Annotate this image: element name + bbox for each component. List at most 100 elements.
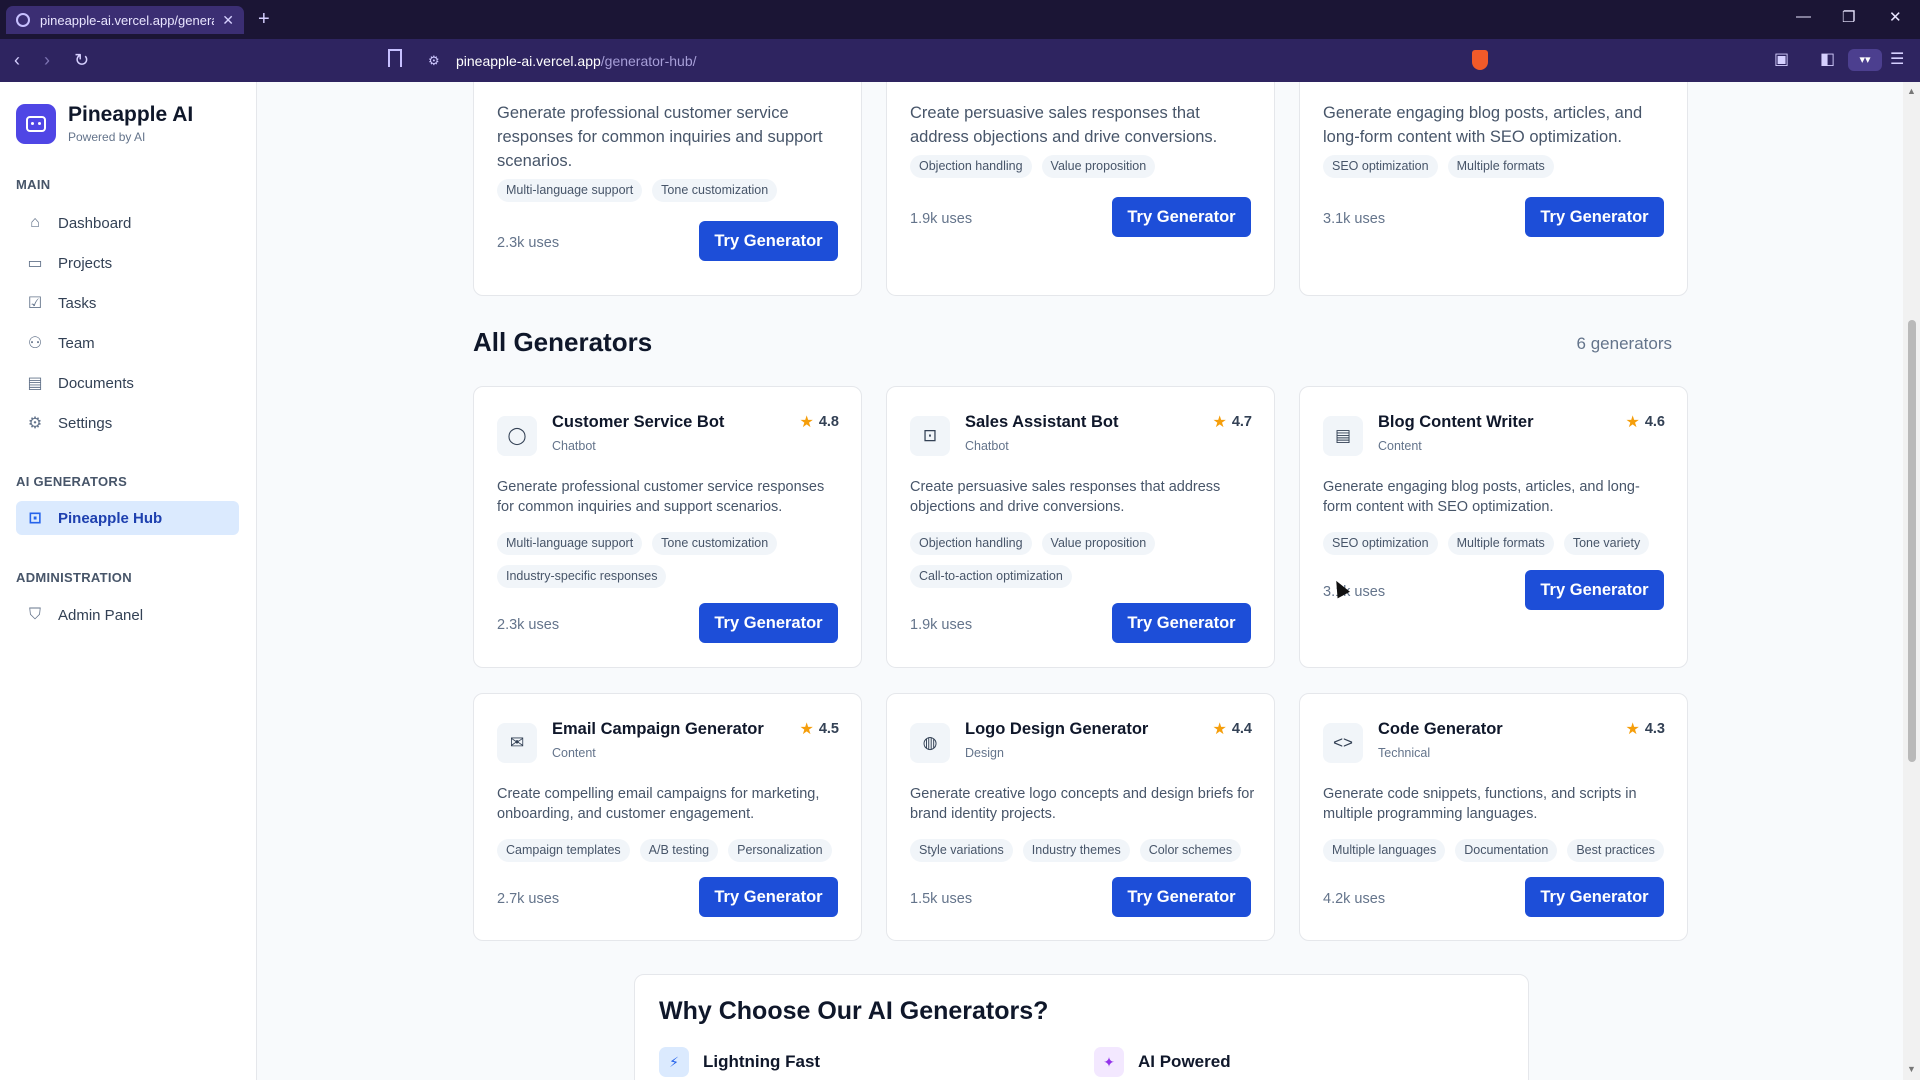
card-description: Create persuasive sales responses that a…: [910, 479, 1221, 515]
section-label-main: MAIN: [16, 177, 51, 192]
sidebar-item-tasks[interactable]: ☑ Tasks: [16, 286, 239, 320]
bookmark-icon[interactable]: [388, 49, 402, 67]
try-generator-button[interactable]: Try Generator: [1525, 570, 1664, 610]
tag: Style variations: [910, 839, 1013, 862]
tag: SEO optimization: [1323, 155, 1438, 178]
scroll-up-icon[interactable]: ▲: [1907, 86, 1916, 96]
window-close-icon[interactable]: ✕: [1889, 8, 1902, 26]
star-icon: ★: [799, 414, 814, 431]
tag: A/B testing: [639, 839, 719, 862]
tag: Multiple languages: [1323, 839, 1446, 862]
main-content: Generate professional customer service r…: [258, 82, 1898, 1080]
try-generator-button[interactable]: Try Generator: [1525, 877, 1664, 917]
try-generator-button[interactable]: Try Generator: [1112, 877, 1251, 917]
sidebar-item-settings[interactable]: ⚙ Settings: [16, 406, 239, 440]
shield-icon: ⛉: [28, 606, 41, 623]
card-description: Generate code snippets, functions, and s…: [1323, 786, 1637, 822]
sidebar-item-label: Pineapple Hub: [58, 509, 163, 527]
usage-count: 2.7k uses: [497, 891, 560, 907]
tag-list: Style variations Industry themes Color s…: [910, 839, 1254, 862]
generator-card-code-generator: <> Code Generator Technical ★ 4.3 Generat…: [1299, 693, 1688, 941]
brand-logo[interactable]: [16, 104, 56, 144]
tag-list: SEO optimization Multiple formats: [1323, 155, 1667, 178]
chat-bubble-icon: ◯: [497, 416, 537, 456]
generator-card-logo-design-generator: ◍ Logo Design Generator Design ★ 4.4 Gene…: [886, 693, 1275, 941]
profile-icon[interactable]: ▾▾: [1848, 49, 1882, 71]
try-generator-button[interactable]: Try Generator: [699, 603, 838, 643]
brave-shield-icon[interactable]: [1472, 50, 1488, 70]
bot-icon: ⊡: [28, 510, 42, 527]
rating-value: 4.5: [818, 721, 839, 737]
why-choose-panel: Why Choose Our AI Generators? ⚡ Lightnin…: [634, 974, 1529, 1080]
featured-card-sales-assistant: Create persuasive sales responses that a…: [886, 82, 1275, 296]
sidebar-toggle-icon[interactable]: ◧: [1820, 49, 1835, 69]
sidebar-item-label: Documents: [58, 374, 134, 392]
card-category: Content: [552, 746, 596, 760]
sidebar-item-documents[interactable]: ▤ Documents: [16, 366, 239, 400]
featured-card-customer-service: Generate professional customer service r…: [473, 82, 862, 296]
feature-label: Lightning Fast: [703, 1052, 821, 1071]
browser-tab[interactable]: pineapple-ai.vercel.app/generato ✕: [6, 6, 244, 34]
page-scrollbar[interactable]: ▲ ▼: [1903, 82, 1920, 1080]
bot-icon: [26, 116, 46, 132]
tag: Value proposition: [1041, 532, 1156, 555]
card-description: Generate engaging blog posts, articles, …: [1323, 479, 1640, 515]
sidebar-item-dashboard[interactable]: ⌂ Dashboard: [16, 206, 239, 240]
forward-icon[interactable]: ›: [44, 49, 50, 71]
scroll-thumb[interactable]: [1908, 320, 1916, 762]
card-title: Code Generator: [1378, 720, 1503, 738]
folder-icon: ▭: [27, 255, 43, 272]
tag: Documentation: [1455, 839, 1558, 862]
sidebar-item-team[interactable]: ⚇ Team: [16, 326, 239, 360]
card-title: Email Campaign Generator: [552, 720, 764, 738]
feature-lightning-fast: ⚡ Lightning Fast: [659, 1047, 820, 1077]
sidebar-item-pineapple-hub[interactable]: ⊡ Pineapple Hub: [16, 501, 239, 535]
tag-list: SEO optimization Multiple formats Tone v…: [1323, 532, 1667, 555]
sidebar-item-admin-panel[interactable]: ⛉ Admin Panel: [16, 598, 239, 632]
sidebar-item-projects[interactable]: ▭ Projects: [16, 246, 239, 280]
wallet-icon[interactable]: ▣: [1774, 49, 1789, 69]
rating: ★ 4.4: [1212, 719, 1252, 739]
try-generator-button[interactable]: Try Generator: [1112, 197, 1251, 237]
menu-icon[interactable]: ☰: [1890, 49, 1904, 69]
rating: ★ 4.6: [1625, 412, 1665, 432]
restore-icon[interactable]: ❐: [1842, 8, 1855, 26]
tab-title: pineapple-ai.vercel.app/generato: [40, 12, 215, 28]
card-category: Content: [1378, 439, 1422, 453]
generator-card-email-campaign-generator: ✉ Email Campaign Generator Content ★ 4.5 …: [473, 693, 862, 941]
card-title: Blog Content Writer: [1378, 413, 1534, 431]
sparkle-icon: ✦: [1094, 1047, 1124, 1077]
back-icon[interactable]: ‹: [14, 49, 20, 71]
code-icon: <>: [1323, 723, 1363, 763]
rating-value: 4.6: [1644, 414, 1665, 430]
address-bar[interactable]: ⚙ pineapple-ai.vercel.app/generator-hub/: [418, 46, 1478, 75]
url-host: pineapple-ai.vercel.app: [456, 52, 601, 69]
tag-list: Objection handling Value proposition: [910, 155, 1254, 178]
site-settings-icon[interactable]: ⚙: [428, 53, 444, 69]
tag: Color schemes: [1139, 839, 1242, 862]
card-description: Generate creative logo concepts and desi…: [910, 786, 1255, 822]
rating-value: 4.4: [1231, 721, 1252, 737]
feature-label: AI Powered: [1138, 1052, 1231, 1071]
why-title: Why Choose Our AI Generators?: [659, 997, 1049, 1025]
try-generator-button[interactable]: Try Generator: [699, 221, 838, 261]
new-tab-icon[interactable]: +: [258, 8, 270, 30]
tag: Value proposition: [1041, 155, 1156, 178]
reload-icon[interactable]: ↻: [74, 49, 89, 71]
try-generator-button[interactable]: Try Generator: [1525, 197, 1664, 237]
tab-close-icon[interactable]: ✕: [222, 12, 234, 29]
browser-toolbar: ‹ › ↻ ⚙ pineapple-ai.vercel.app/generato…: [0, 39, 1920, 82]
try-generator-button[interactable]: Try Generator: [1112, 603, 1251, 643]
scroll-down-icon[interactable]: ▼: [1907, 1064, 1916, 1074]
rating: ★ 4.3: [1625, 719, 1665, 739]
gear-icon: ⚙: [27, 415, 43, 432]
tag: Objection handling: [910, 532, 1032, 555]
generator-card-blog-content-writer: ▤ Blog Content Writer Content ★ 4.6 Gener…: [1299, 386, 1688, 668]
try-generator-button[interactable]: Try Generator: [699, 877, 838, 917]
rating-value: 4.8: [818, 414, 839, 430]
card-category: Chatbot: [965, 439, 1009, 453]
minimize-icon[interactable]: —: [1796, 8, 1811, 25]
sidebar: Pineapple AI Powered by AI MAIN ⌂ Dashboa…: [0, 82, 257, 1080]
card-description: Generate professional customer service r…: [497, 479, 825, 515]
tag: Industry themes: [1022, 839, 1130, 862]
